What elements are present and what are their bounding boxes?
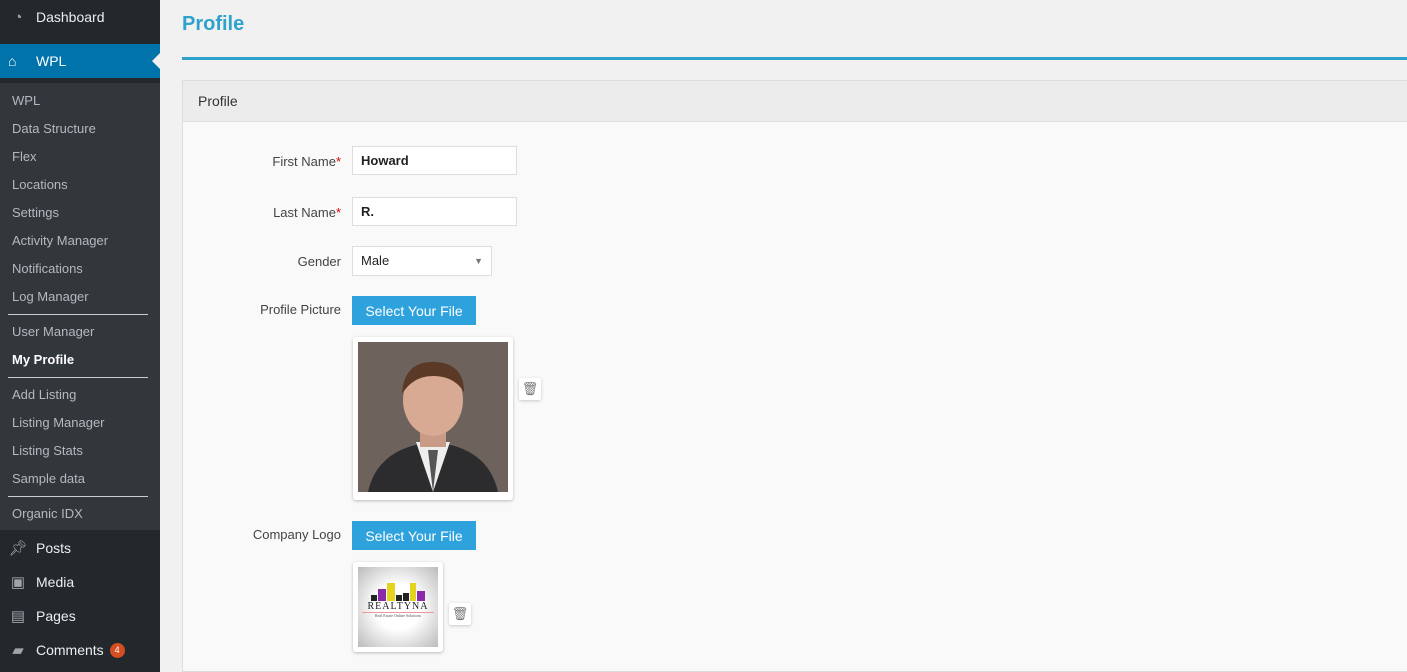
wpl-submenu: WPL Data Structure Flex Locations Settin… (0, 83, 160, 530)
pin-icon: 📌︎ (8, 540, 28, 557)
last-name-label: Last Name* (273, 205, 341, 220)
menu-comments[interactable]: ▰ Comments 4 (0, 633, 160, 667)
submenu-locations[interactable]: Locations (0, 171, 160, 199)
profile-picture-preview (353, 337, 513, 500)
comment-icon: ▰ (12, 642, 24, 659)
divider (8, 377, 148, 378)
dropdown-arrow-icon: ▼ (474, 256, 483, 266)
submenu-log-manager[interactable]: Log Manager (0, 283, 160, 311)
gender-select[interactable]: Male ▼ (352, 246, 492, 276)
title-divider (182, 57, 1407, 60)
submenu-notifications[interactable]: Notifications (0, 255, 160, 283)
delete-profile-picture-button[interactable]: 🗑︎ (519, 378, 541, 400)
realtyna-logo: REALTYNA Real Estate Online Solutions (358, 567, 438, 647)
panel-title: Profile (183, 81, 1407, 122)
submenu-settings[interactable]: Settings (0, 199, 160, 227)
submenu-listing-stats[interactable]: Listing Stats (0, 437, 160, 465)
select-profile-picture-button[interactable]: Select Your File (352, 296, 476, 325)
submenu-listing-manager[interactable]: Listing Manager (0, 409, 160, 437)
submenu-wpl[interactable]: WPL (0, 87, 160, 115)
last-name-input[interactable] (352, 197, 517, 226)
profile-picture-label: Profile Picture (260, 302, 341, 317)
submenu-data-structure[interactable]: Data Structure (0, 115, 160, 143)
delete-company-logo-button[interactable]: 🗑︎ (449, 603, 471, 625)
menu-media[interactable]: ▣ Media (0, 565, 160, 599)
media-icon: ▣ (10, 574, 26, 591)
menu-wpl[interactable]: ⌂ WPL (0, 44, 160, 78)
pages-icon: ▤ (10, 608, 26, 625)
dashboard-icon: ◔ (13, 8, 23, 26)
house-icon: ⌂ (8, 53, 17, 69)
comment-count-badge: 4 (109, 642, 125, 658)
submenu-add-listing[interactable]: Add Listing (0, 381, 160, 409)
trash-icon: 🗑︎ (451, 606, 469, 621)
admin-sidebar: ◔ Dashboard ⌂ WPL WPL Data Structure Flex … (0, 0, 160, 672)
trash-icon: 🗑︎ (521, 381, 539, 396)
first-name-input[interactable] (352, 146, 517, 175)
submenu-my-profile[interactable]: My Profile (0, 346, 160, 374)
submenu-activity-manager[interactable]: Activity Manager (0, 227, 160, 255)
profile-photo (358, 342, 508, 492)
submenu-sample-data[interactable]: Sample data (0, 465, 160, 493)
gender-label: Gender (297, 254, 341, 269)
company-logo-preview: REALTYNA Real Estate Online Solutions (353, 562, 443, 652)
menu-dashboard[interactable]: ◔ Dashboard (0, 0, 160, 34)
profile-panel: Profile First Name* Last Name* Gender Ma… (182, 80, 1407, 672)
menu-pages[interactable]: ▤ Pages (0, 599, 160, 633)
company-logo-label: Company Logo (252, 527, 341, 542)
divider (8, 496, 148, 497)
submenu-flex[interactable]: Flex (0, 143, 160, 171)
divider (8, 314, 148, 315)
page-title: Profile (182, 13, 245, 35)
select-company-logo-button[interactable]: Select Your File (352, 521, 476, 550)
submenu-organic-idx[interactable]: Organic IDX (0, 500, 160, 528)
submenu-user-manager[interactable]: User Manager (0, 318, 160, 346)
first-name-label: First Name* (272, 154, 341, 169)
menu-posts[interactable]: 📌︎ Posts (0, 531, 160, 565)
